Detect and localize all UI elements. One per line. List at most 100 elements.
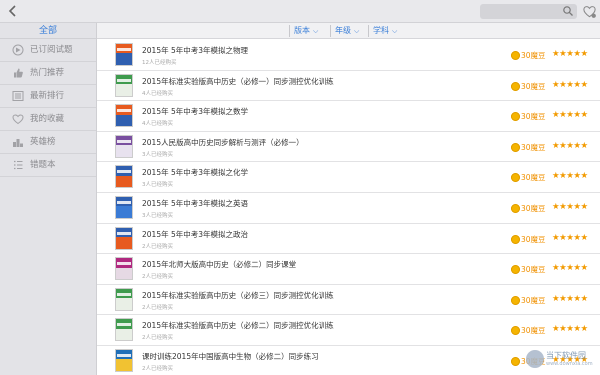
item-buyers: 2人已经购买	[142, 335, 173, 342]
heart-icon	[12, 114, 24, 125]
list-item[interactable]: 2015年 5年中考3年模拟之化学 3人已经购买 30魔豆 ★★★★★	[97, 162, 600, 193]
sidebar-item-favorites[interactable]: 我的收藏	[0, 108, 96, 131]
book-cover	[115, 73, 133, 97]
cover-stripe	[117, 231, 131, 235]
coin-icon	[511, 234, 520, 244]
item-title: 2015年标准实验版高中历史（必修三）同步测控优化训练	[142, 290, 334, 300]
sidebar-item-subscribed[interactable]: 已订阅试题	[0, 39, 96, 62]
item-title: 2015年标准实验版高中历史（必修二）同步测控优化训练	[142, 321, 334, 331]
coin-icon	[511, 142, 520, 152]
list-item[interactable]: 课时训练2015年中国版高中生物（必修二）同步练习2人已经购买30魔豆★★★★★	[97, 346, 600, 375]
cover-bottom	[116, 298, 132, 310]
rating-stars: ★★★★★	[552, 49, 588, 59]
list-item[interactable]: 2015年 5年中考3年模拟之政治 2人已经购买 30魔豆 ★★★★★	[97, 224, 600, 255]
item-price: 30魔豆	[521, 295, 546, 305]
list-item[interactable]: 2015年 5年中考3年模拟之数学 4人已经购买 30魔豆 ★★★★★	[97, 101, 600, 132]
filter-label: 年级	[335, 26, 351, 35]
cover-bottom	[116, 359, 132, 371]
cover-bottom	[116, 206, 132, 218]
search-icon[interactable]	[562, 5, 574, 17]
book-cover	[115, 134, 133, 158]
cover-stripe	[117, 109, 131, 113]
item-price: 30魔豆	[521, 326, 546, 336]
list-item[interactable]: 2015年标准实验版高中历史（必修二）同步测控优化训练 2人已经购买 30魔豆 ★★★…	[97, 315, 600, 346]
item-title: 2015年 5年中考3年模拟之英语	[142, 198, 249, 208]
back-arrow-glyph	[8, 5, 16, 17]
book-cover	[115, 257, 133, 281]
list-item[interactable]: 2015年标准实验版高中历史（必修三）同步测控优化训练 2人已经购买 30魔豆 ★★★…	[97, 285, 600, 316]
item-price: 30魔豆	[521, 173, 546, 183]
sidebar-item-label: 热门推荐	[30, 68, 65, 78]
cover-stripe	[117, 139, 131, 143]
chevron-down-icon: ⌵	[354, 27, 360, 35]
item-price: 30魔豆	[521, 203, 546, 213]
cover-bottom	[116, 145, 132, 157]
item-buyers: 4人已经购买	[142, 90, 173, 97]
cover-bottom	[116, 84, 132, 96]
item-title: 2015年 5年中考3年模拟之物理	[142, 46, 249, 55]
cover-stripe	[117, 200, 131, 204]
sidebar-item-wrongbook[interactable]: 错题本	[0, 154, 96, 177]
cover-bottom	[116, 237, 132, 249]
item-price: 30魔豆	[521, 265, 546, 275]
list-item[interactable]: 2015年 5年中考3年模拟之物理 12人已经购买 30魔豆 ★★★★★	[97, 40, 600, 71]
top-bar	[0, 0, 600, 23]
coin-icon	[511, 356, 520, 366]
book-cover	[115, 318, 133, 342]
list-item[interactable]: 2015年 5年中考3年模拟之英语 3人已经购买 30魔豆 ★★★★★	[97, 193, 600, 224]
sidebar-item-label: 英雄榜	[30, 137, 56, 147]
filter-subject-dropdown[interactable]: 学科 ⌵	[368, 25, 397, 37]
watermark-url: www.downxia.com	[546, 361, 593, 367]
item-price: 30魔豆	[521, 234, 546, 244]
item-buyers: 3人已经购买	[142, 151, 173, 158]
ranking-icon	[13, 139, 23, 147]
rating-stars: ★★★★★	[552, 232, 588, 243]
book-cover	[115, 43, 133, 66]
rating-stars: ★★★★★	[552, 110, 588, 121]
cover-bottom	[116, 53, 132, 65]
heart-message-icon[interactable]	[582, 4, 597, 19]
filter-grade-dropdown[interactable]: 年级 ⌵	[330, 25, 359, 37]
item-buyers: 2人已经购买	[142, 274, 173, 281]
rating-stars: ★★★★★	[552, 293, 588, 304]
item-title: 2015年北师大版高中历史（必修二）同步课堂	[142, 260, 297, 270]
cover-bottom	[116, 175, 132, 188]
coin-icon	[511, 295, 520, 305]
coin-icon	[511, 173, 520, 183]
item-buyers: 3人已经购买	[142, 212, 173, 219]
list-item[interactable]: 2015年标准实验版高中历史（必修一）同步测控优化训练 4人已经购买 30魔豆 ★★★…	[97, 71, 600, 102]
filter-label: 学科	[373, 26, 389, 35]
filter-bar: 版本 ⌵ 年级 ⌵ 学科 ⌵	[97, 23, 600, 39]
item-title: 2015年 5年中考3年模拟之政治	[142, 229, 249, 239]
item-buyers: 12人已经购买	[142, 60, 177, 66]
coin-icon	[511, 203, 520, 213]
search-input[interactable]	[484, 5, 560, 18]
sidebar-item-hot[interactable]: 热门推荐	[0, 62, 96, 85]
sidebar-item-label: 已订阅试题	[30, 45, 73, 55]
item-title: 2015年标准实验版高中历史（必修一）同步测控优化训练	[142, 76, 334, 86]
search-box[interactable]	[480, 4, 577, 19]
cover-stripe	[117, 48, 131, 51]
cover-stripe	[117, 170, 131, 174]
filter-version-dropdown[interactable]: 版本 ⌵	[289, 25, 318, 37]
sidebar-item-latest[interactable]: 最新排行	[0, 85, 96, 108]
item-buyers: 4人已经购买	[142, 121, 173, 128]
item-title: 2015年 5年中考3年模拟之数学	[142, 107, 249, 117]
book-cover	[115, 348, 133, 372]
rating-stars: ★★★★★	[552, 324, 588, 335]
item-price: 30魔豆	[521, 51, 546, 60]
watermark-circle	[526, 350, 544, 368]
list-icon	[12, 91, 24, 101]
back-arrow-icon[interactable]	[5, 3, 21, 19]
coin-icon	[511, 81, 520, 91]
watermark-text: 当下软件园	[546, 351, 586, 360]
sidebar-item-heroes[interactable]: 英雄榜	[0, 131, 96, 154]
list-item[interactable]: 2015年北师大版高中历史（必修二）同步课堂 2人已经购买 30魔豆 ★★★★★	[97, 254, 600, 285]
rating-stars: ★★★★★	[552, 140, 588, 151]
cover-stripe	[117, 292, 131, 296]
item-title: 课时训练2015年中国版高中生物（必修二）同步练习	[142, 351, 319, 361]
list-item[interactable]: 2015人民版高中历史同步解析与测评（必修一） 3人已经购买 30魔豆 ★★★★★	[97, 132, 600, 163]
cover-stripe	[117, 78, 131, 82]
sidebar-item-all[interactable]: 全部	[0, 23, 96, 39]
item-price: 30魔豆	[521, 81, 546, 91]
